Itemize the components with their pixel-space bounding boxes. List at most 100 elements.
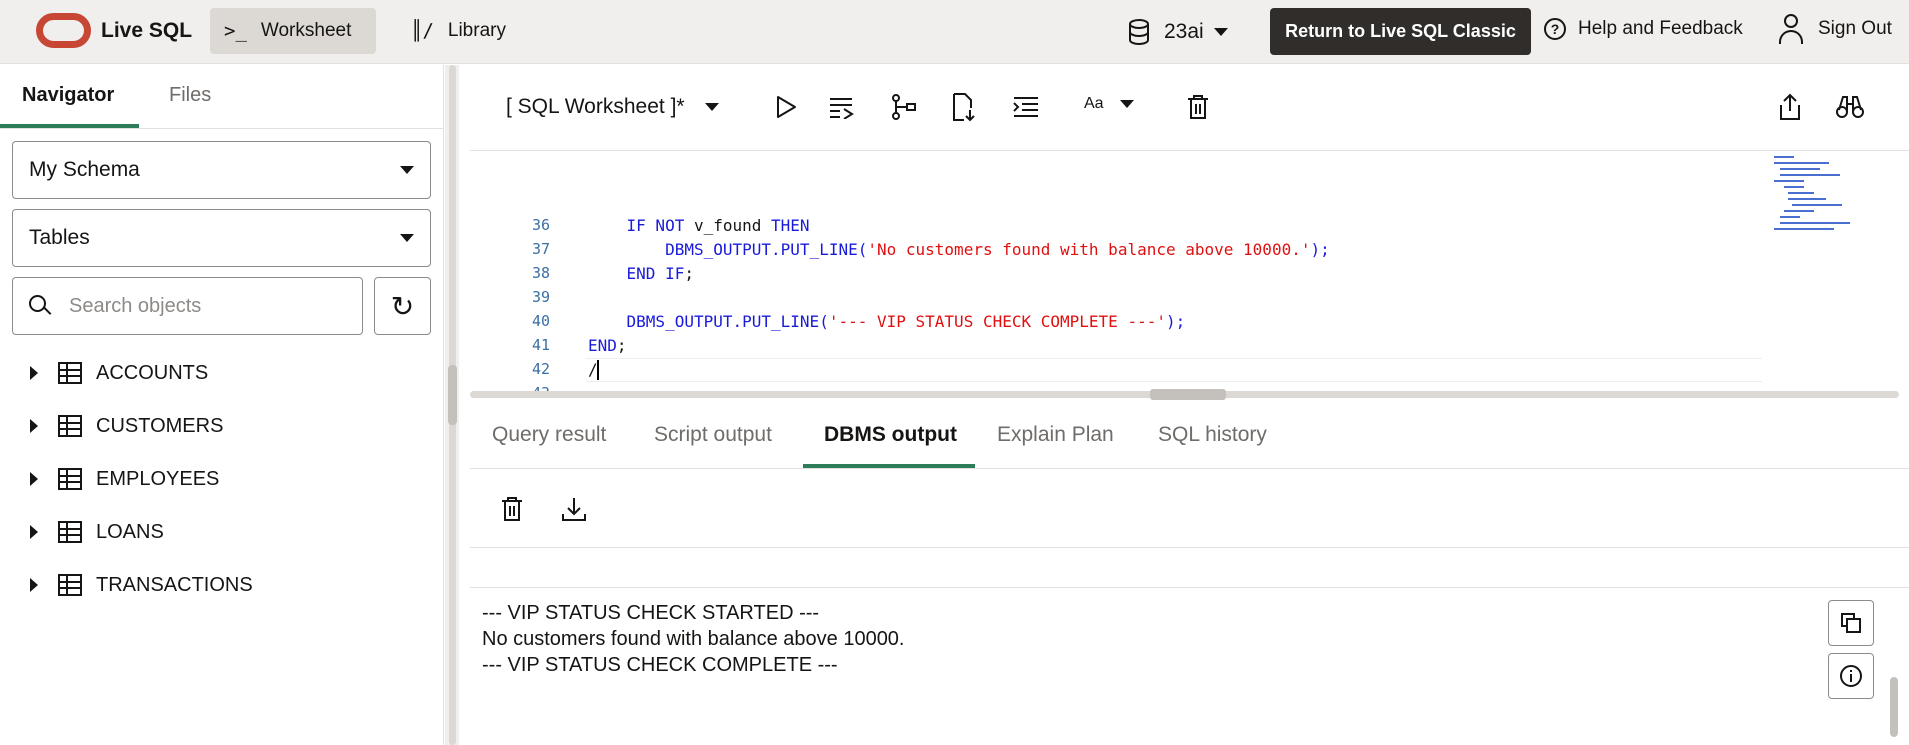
search-input[interactable] <box>69 294 329 318</box>
schema-select[interactable]: My Schema <box>12 141 431 199</box>
refresh-button[interactable]: ↻ <box>374 277 431 335</box>
share-button[interactable] <box>1774 91 1806 123</box>
download-icon <box>562 498 586 521</box>
nav-library-label: Library <box>447 20 506 41</box>
refresh-icon: ↻ <box>390 290 415 322</box>
table-icon <box>58 468 82 490</box>
sign-out-link[interactable]: Sign Out <box>1778 14 1892 44</box>
identifier-token: v_found <box>693 216 772 235</box>
tab-files[interactable]: Files <box>169 84 211 107</box>
expand-arrow-icon[interactable] <box>30 578 38 592</box>
expand-arrow-icon[interactable] <box>30 366 38 380</box>
code-line: 38 END IF; <box>470 262 1770 286</box>
keyword-token: END IF <box>626 264 685 283</box>
chevron-down-icon <box>400 234 414 242</box>
expand-arrow-icon[interactable] <box>30 525 38 539</box>
oracle-logo[interactable] <box>36 13 91 48</box>
run-button[interactable] <box>770 91 802 123</box>
trash-icon <box>1188 95 1208 119</box>
line-code: DBMS_OUTPUT.PUT_LINE('No customers found… <box>588 240 1330 259</box>
code-line: 42 / <box>470 358 1770 382</box>
tab-explain-plan[interactable]: Explain Plan <box>997 423 1114 447</box>
dbms-output-text: --- VIP STATUS CHECK STARTED --- No cust… <box>470 600 1770 678</box>
help-feedback-link[interactable]: ? Help and Feedback <box>1544 18 1743 40</box>
info-icon <box>1840 665 1862 687</box>
output-line: No customers found with balance above 10… <box>482 628 905 650</box>
db-version-select[interactable]: 23ai <box>1128 14 1228 50</box>
object-type-select[interactable]: Tables <box>12 209 431 267</box>
terminal-icon: >_ <box>224 20 247 42</box>
chevron-down-icon <box>1119 100 1134 108</box>
keyword-token: THEN <box>771 216 810 235</box>
object-type-value: Tables <box>29 226 90 249</box>
expand-arrow-icon[interactable] <box>30 472 38 486</box>
database-icon <box>1129 19 1149 45</box>
help-icon: ? <box>1544 18 1566 40</box>
table-icon <box>58 362 82 384</box>
books-icon: ║∕ <box>411 20 434 42</box>
search-box <box>12 277 363 335</box>
sidebar: Navigator Files My Schema Tables ↻ ACCOU… <box>0 65 444 745</box>
return-classic-button[interactable]: Return to Live SQL Classic <box>1270 8 1531 55</box>
tab-script-output[interactable]: Script output <box>654 423 772 447</box>
copy-output-button[interactable] <box>1828 600 1874 646</box>
download-file-button[interactable] <box>948 91 980 123</box>
sidebar-splitter[interactable] <box>445 65 459 745</box>
output-scrollbar[interactable] <box>1890 677 1898 737</box>
text-cursor <box>597 360 599 380</box>
tab-sql-history[interactable]: SQL history <box>1158 423 1267 447</box>
nav-worksheet[interactable]: >_ Worksheet <box>210 8 376 54</box>
keyword-token: IF NOT <box>626 216 694 235</box>
brand-title[interactable]: Live SQL <box>101 19 192 43</box>
chevron-down-icon <box>1213 28 1228 36</box>
help-label: Help and Feedback <box>1578 18 1743 39</box>
active-tab-indicator <box>803 464 975 468</box>
tab-navigator[interactable]: Navigator <box>22 84 114 107</box>
sign-out-label: Sign Out <box>1818 18 1892 39</box>
code-line: 36 IF NOT v_found THEN <box>470 214 1770 238</box>
format-button[interactable] <box>1010 91 1042 123</box>
explain-plan-button[interactable] <box>888 91 920 123</box>
function-token: DBMS_OUTPUT.PUT_LINE( <box>665 240 868 259</box>
splitter-handle[interactable] <box>448 365 457 425</box>
line-code: DBMS_OUTPUT.PUT_LINE('--- VIP STATUS CHE… <box>588 312 1186 331</box>
panel-divider[interactable] <box>470 388 1909 400</box>
tree-item-label: EMPLOYEES <box>96 467 220 490</box>
clear-button[interactable] <box>1182 91 1214 123</box>
worksheet-title: [ SQL Worksheet ]* <box>506 95 685 118</box>
run-script-button[interactable] <box>826 91 858 123</box>
sidebar-tabs: Navigator Files <box>0 65 444 129</box>
worksheet-select[interactable]: [ SQL Worksheet ]* <box>506 95 719 119</box>
tree-item-customers[interactable]: CUSTOMERS <box>30 411 223 441</box>
table-icon <box>58 574 82 596</box>
punct-token: ; <box>684 264 694 283</box>
user-icon <box>1778 14 1804 44</box>
font-size-select[interactable]: Aa <box>1084 95 1134 113</box>
clear-output-button[interactable] <box>496 493 528 525</box>
keyword-token: END <box>588 336 617 355</box>
nav-library[interactable]: ║∕ Library <box>397 8 517 54</box>
line-number: 36 <box>531 216 550 234</box>
download-output-button[interactable] <box>558 493 590 525</box>
tree-item-label: TRANSACTIONS <box>96 573 253 596</box>
expand-arrow-icon[interactable] <box>30 419 38 433</box>
tree-item-accounts[interactable]: ACCOUNTS <box>30 358 208 388</box>
divider-handle[interactable] <box>1150 389 1226 400</box>
line-number: 38 <box>531 264 550 282</box>
function-token: DBMS_OUTPUT.PUT_LINE( <box>626 312 829 331</box>
tree-item-loans[interactable]: LOANS <box>30 517 164 547</box>
line-number: 41 <box>531 336 550 354</box>
string-token: '--- VIP STATUS CHECK COMPLETE ---' <box>828 312 1166 331</box>
chevron-down-icon <box>704 103 719 111</box>
editor-minimap[interactable] <box>1770 152 1890 242</box>
schema-select-value: My Schema <box>29 158 140 181</box>
tab-query-result[interactable]: Query result <box>492 423 606 447</box>
output-tabs: Query result Script output DBMS output E… <box>470 403 1909 469</box>
string-token: 'No customers found with balance above 1… <box>867 240 1311 259</box>
find-button[interactable] <box>1834 91 1866 123</box>
info-button[interactable] <box>1828 653 1874 699</box>
tab-dbms-output[interactable]: DBMS output <box>824 423 957 447</box>
tree-item-transactions[interactable]: TRANSACTIONS <box>30 570 253 600</box>
code-editor[interactable]: 36 IF NOT v_found THEN 37 DBMS_OUTPUT.PU… <box>470 152 1909 402</box>
tree-item-employees[interactable]: EMPLOYEES <box>30 464 219 494</box>
